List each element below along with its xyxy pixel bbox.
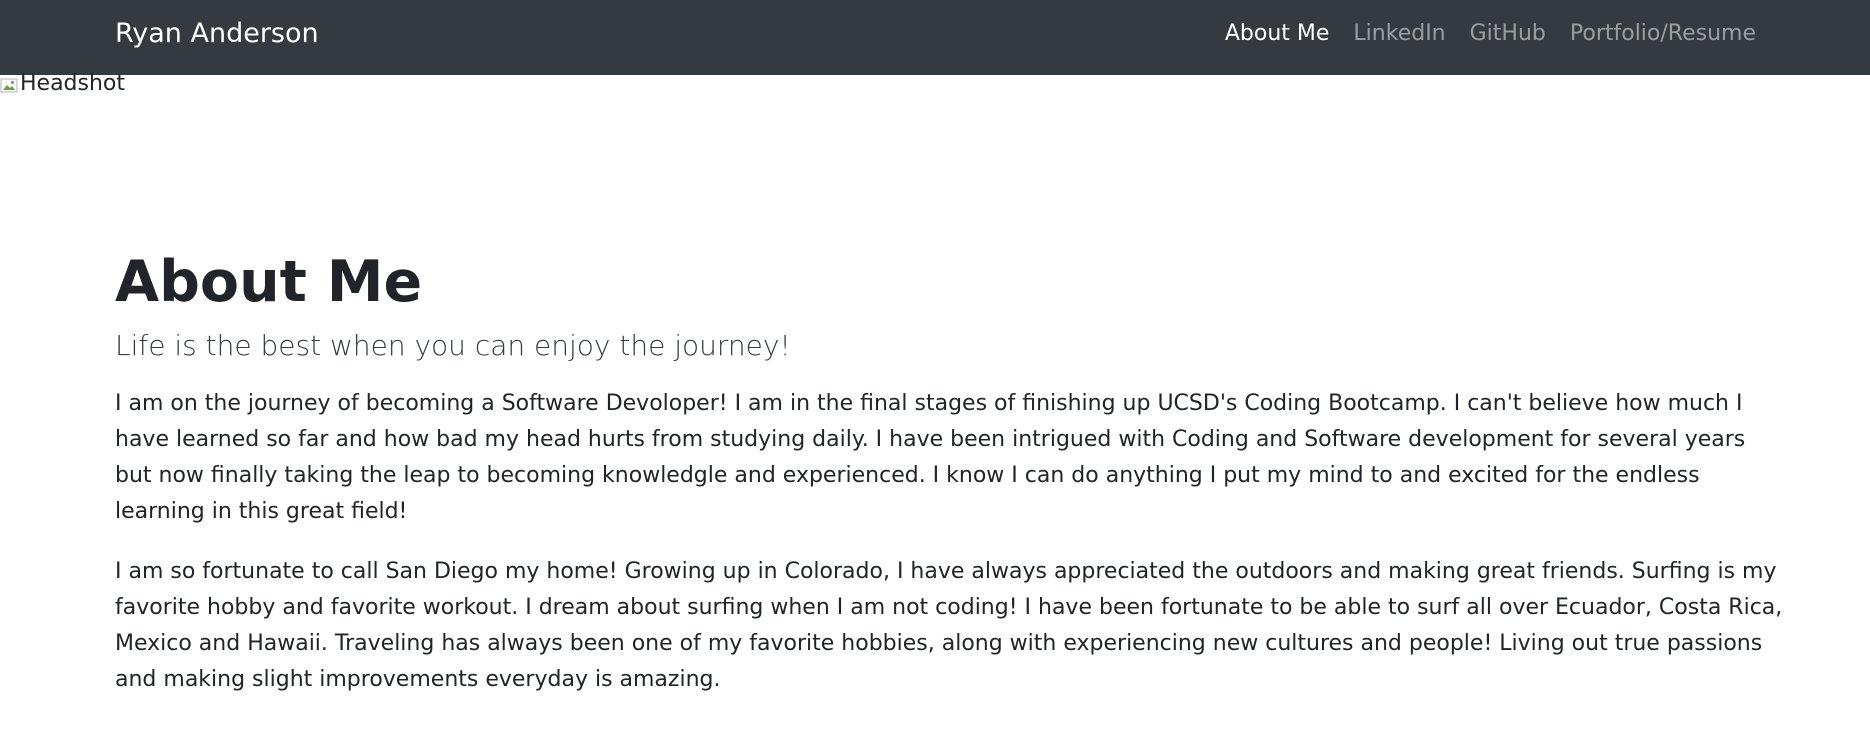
nav-link-github[interactable]: GitHub bbox=[1458, 17, 1558, 51]
paragraph-san-diego: I am so fortunate to call San Diego my h… bbox=[115, 559, 1783, 692]
broken-image-icon bbox=[0, 75, 20, 93]
nav-links: About Me LinkedIn GitHub Portfolio/Resum… bbox=[1213, 17, 1768, 51]
nav-link-about-me[interactable]: About Me bbox=[1213, 17, 1342, 51]
subtitle: Life is the best when you can enjoy the … bbox=[115, 329, 791, 362]
top-navbar: Ryan Anderson About Me LinkedIn GitHub P… bbox=[0, 0, 1870, 75]
brand-link[interactable]: Ryan Anderson bbox=[115, 16, 319, 52]
headshot-alt-text: Headshot bbox=[20, 70, 126, 96]
page-title: About Me bbox=[115, 249, 423, 315]
nav-link-linkedin[interactable]: LinkedIn bbox=[1341, 17, 1457, 51]
paragraph-bootcamp: I am on the journey of becoming a Softwa… bbox=[115, 391, 1746, 524]
about-section: About Me Life is the best when you can e… bbox=[115, 244, 1785, 698]
headshot-image: Headshot bbox=[0, 70, 125, 96]
nav-link-portfolio-resume[interactable]: Portfolio/Resume bbox=[1558, 17, 1768, 51]
